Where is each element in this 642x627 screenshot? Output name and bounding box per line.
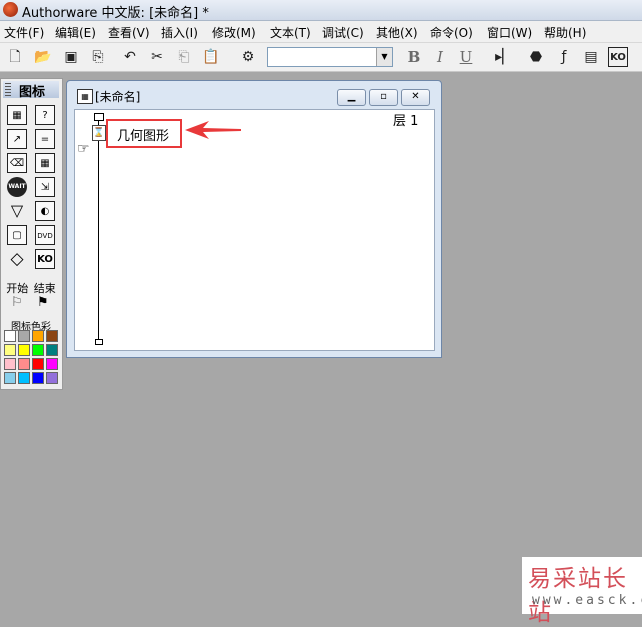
flowline: [98, 120, 99, 342]
color-swatch[interactable]: [18, 358, 30, 370]
display-icon[interactable]: ▦: [7, 105, 27, 125]
start-label: 开始: [6, 282, 29, 295]
paste-hand-icon: ☞: [77, 141, 90, 157]
menu-debug[interactable]: 调试(C): [322, 24, 364, 41]
color-swatch[interactable]: [46, 344, 58, 356]
motion-icon[interactable]: ↗: [7, 129, 27, 149]
interaction-diamond-icon[interactable]: ◇: [7, 249, 27, 269]
menu-command[interactable]: 命令(O): [430, 24, 473, 41]
map-icon[interactable]: ▢: [7, 225, 27, 245]
color-swatch[interactable]: [18, 330, 30, 342]
flowline-window-icon: ▦: [77, 89, 93, 104]
navigate-icon[interactable]: ▦: [35, 153, 55, 173]
restart-icon[interactable]: ▸▏: [494, 47, 514, 67]
calculation-icon[interactable]: =: [35, 129, 55, 149]
app-title-bar: Authorware 中文版: [未命名] *: [0, 0, 642, 21]
color-swatch[interactable]: [32, 358, 44, 370]
new-file-icon[interactable]: 🗋: [5, 47, 25, 67]
flowline-title-bar[interactable]: ▦ [未命名] ▁ ▫ ✕: [67, 81, 441, 108]
cut-icon[interactable]: ✂: [147, 47, 167, 67]
flowline-end-marker: [95, 339, 103, 345]
find-icon[interactable]: ⚙: [238, 47, 258, 67]
underline-button[interactable]: U: [456, 47, 476, 67]
digital-movie-icon[interactable]: ◐: [35, 201, 55, 221]
flowline-title: [未命名]: [95, 90, 141, 104]
end-label: 结束: [33, 282, 56, 295]
color-swatch[interactable]: [4, 358, 16, 370]
save-all-icon[interactable]: ▣: [61, 47, 81, 67]
color-swatch[interactable]: [46, 372, 58, 384]
bold-button[interactable]: B: [404, 47, 424, 67]
menu-view[interactable]: 查看(V): [108, 24, 150, 41]
menu-modify[interactable]: 修改(M): [212, 24, 256, 41]
color-swatch[interactable]: [46, 358, 58, 370]
undo-icon[interactable]: ↶: [120, 47, 140, 67]
variables-icon[interactable]: ▤: [581, 47, 601, 67]
palette-header[interactable]: 图标: [3, 81, 59, 100]
menu-text[interactable]: 文本(T): [270, 24, 311, 41]
color-swatch[interactable]: [4, 344, 16, 356]
color-swatch[interactable]: [18, 372, 30, 384]
flowline-canvas[interactable]: 层 1 ⌛ 几何图形 ☞: [74, 109, 435, 351]
wait-icon[interactable]: WAIT: [7, 177, 27, 197]
color-swatch[interactable]: [4, 372, 16, 384]
framework-icon[interactable]: ⇲: [35, 177, 55, 197]
start-flag-icon[interactable]: ⚐: [11, 295, 23, 310]
color-swatch[interactable]: [18, 344, 30, 356]
menu-window[interactable]: 窗口(W): [487, 24, 532, 41]
close-button[interactable]: ✕: [401, 89, 430, 106]
copy-icon[interactable]: ⎗: [174, 47, 194, 67]
paste-icon[interactable]: 📋: [201, 47, 221, 67]
knowledge-objects-icon[interactable]: KO: [608, 47, 628, 67]
knowledge-object-icon[interactable]: KO: [35, 249, 55, 269]
color-swatch[interactable]: [32, 372, 44, 384]
end-flag-icon[interactable]: ⚑: [37, 295, 49, 310]
start-end-labels: 开始 结束: [3, 280, 59, 296]
import-icon[interactable]: ⎘: [88, 47, 108, 67]
menu-other[interactable]: 其他(X): [376, 24, 418, 41]
icon-palette: 图标 ▦ ? ↗ = ⌫ ▦ WAIT ⇲ ▽ ◐ ▢ DVD ◇ KO 开始 …: [0, 78, 63, 390]
menu-insert[interactable]: 插入(I): [161, 24, 198, 41]
maximize-button[interactable]: ▫: [369, 89, 398, 106]
color-swatch[interactable]: [4, 330, 16, 342]
chevron-down-icon[interactable]: ▼: [376, 48, 392, 66]
menu-bar: 文件(F) 编辑(E) 查看(V) 插入(I) 修改(M) 文本(T) 调试(C…: [0, 21, 642, 43]
color-swatch[interactable]: [32, 330, 44, 342]
wait-node-icon[interactable]: ⌛: [92, 125, 106, 141]
color-swatch[interactable]: [32, 344, 44, 356]
grip-icon[interactable]: [5, 83, 11, 96]
annotation-arrow: [185, 121, 241, 139]
flowline-window: ▦ [未命名] ▁ ▫ ✕ 层 1 ⌛ 几何图形 ☞: [66, 80, 442, 358]
font-select[interactable]: ▼: [267, 47, 393, 67]
authorware-logo-icon: [3, 2, 18, 17]
app-title: Authorware 中文版: [未命名] *: [22, 6, 209, 21]
watermark-url: www.easck.com: [532, 593, 642, 608]
flowline-start-marker: [94, 113, 104, 121]
open-folder-icon[interactable]: 📂: [33, 47, 53, 67]
menu-edit[interactable]: 编辑(E): [55, 24, 96, 41]
node-label[interactable]: 几何图形: [117, 125, 169, 144]
functions-icon[interactable]: ƒ: [554, 47, 574, 67]
flag-row: ⚐ ⚑: [3, 295, 59, 313]
interaction-question-icon[interactable]: ?: [35, 105, 55, 125]
palette-title: 图标: [19, 85, 46, 100]
italic-button[interactable]: I: [430, 47, 450, 67]
menu-file[interactable]: 文件(F): [4, 24, 44, 41]
erase-icon[interactable]: ⌫: [7, 153, 27, 173]
control-panel-icon[interactable]: ⬣: [526, 47, 546, 67]
watermark: 易采站长站 www.easck.com: [522, 557, 642, 626]
minimize-button[interactable]: ▁: [337, 89, 366, 106]
menu-help[interactable]: 帮助(H): [544, 24, 586, 41]
color-swatch[interactable]: [46, 330, 58, 342]
layer-label: 层 1: [393, 114, 419, 129]
toolbar: 🗋 📂 ▣ ⎘ ↶ ✂ ⎗ 📋 ⚙ ▼ B I U ▸▏ ⬣ ƒ ▤ KO: [0, 43, 642, 72]
decision-icon[interactable]: ▽: [7, 201, 27, 221]
dvd-icon[interactable]: DVD: [35, 225, 55, 245]
